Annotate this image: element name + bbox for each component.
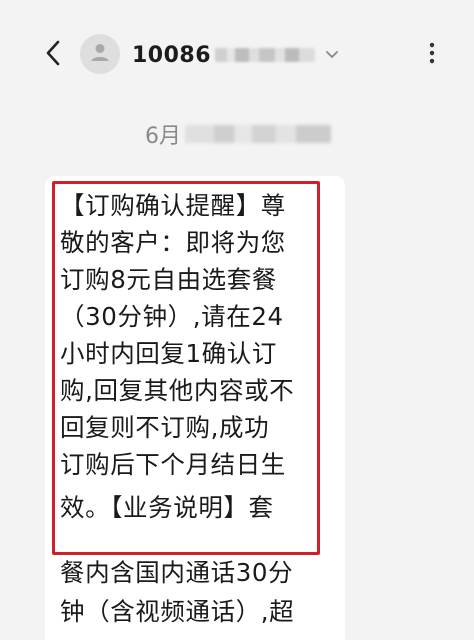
message-timestamp: 6月 [145, 118, 331, 150]
sms-conversation-screen: 10086 6月 【订购确认提醒】尊 敬的客户：即将为您 订购8元自由选套餐 （… [0, 0, 474, 640]
message-line: 钟（含视频通话）,超 [60, 597, 295, 626]
person-icon [89, 41, 111, 67]
vertical-ellipsis-icon [429, 41, 435, 69]
chevron-down-icon [325, 50, 339, 60]
redacted-number-blur [215, 48, 316, 62]
date-label: 6月 [145, 124, 181, 149]
redacted-date-blur [185, 125, 331, 143]
back-button[interactable] [36, 38, 70, 72]
more-options-button[interactable] [418, 38, 446, 72]
contact-selector[interactable]: 10086 [132, 38, 339, 72]
avatar[interactable] [80, 34, 120, 74]
red-highlight-annotation [52, 181, 320, 555]
contact-number: 10086 [132, 42, 212, 68]
message-line: 餐内含国内通话30分 [60, 558, 294, 587]
chevron-left-icon [45, 40, 61, 70]
conversation-header: 10086 [0, 0, 474, 106]
